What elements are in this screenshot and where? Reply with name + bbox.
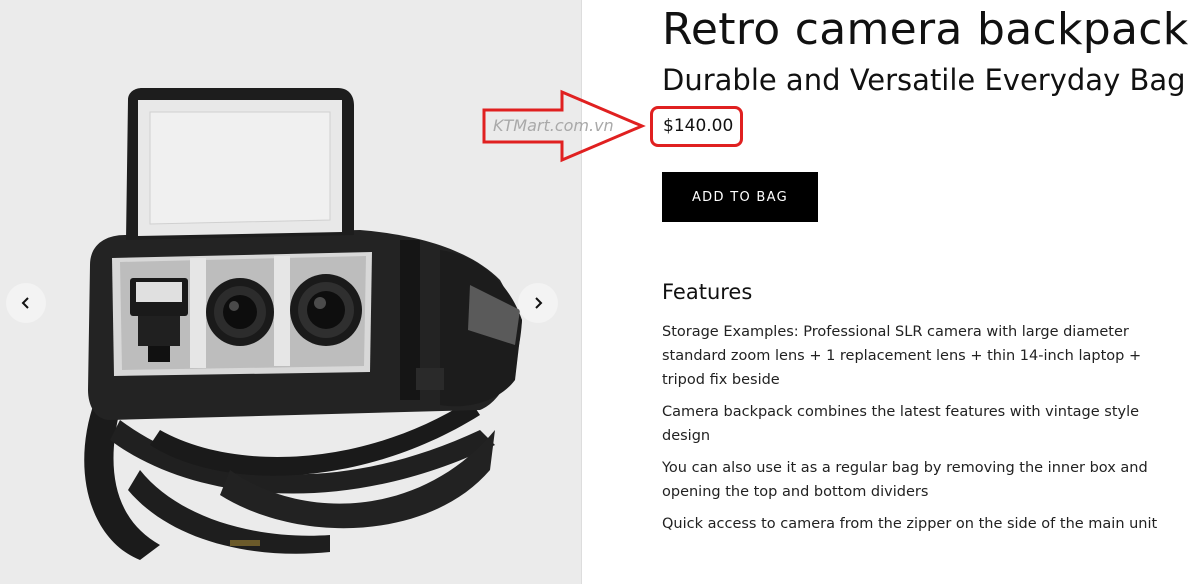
feature-item: Quick access to camera from the zipper o…	[662, 516, 1158, 532]
features-heading: Features	[662, 280, 753, 304]
product-title: Retro camera backpack	[662, 4, 1189, 55]
chevron-left-icon	[21, 297, 29, 309]
add-to-bag-button[interactable]: ADD TO BAG	[662, 172, 818, 222]
gallery-next-button[interactable]	[518, 283, 558, 323]
product-subtitle: Durable and Versatile Everyday Bag	[662, 63, 1186, 97]
product-page: KTMart.com.vn Retro camera backpack Dura…	[0, 0, 1192, 584]
chevron-right-icon	[535, 297, 543, 309]
feature-item: Camera backpack combines the latest feat…	[662, 404, 1140, 444]
gallery-prev-button[interactable]	[6, 283, 46, 323]
price-highlight-box	[650, 106, 743, 147]
feature-item: Storage Examples: Professional SLR camer…	[662, 324, 1142, 388]
watermark: KTMart.com.vn	[493, 116, 614, 135]
feature-item: You can also use it as a regular bag by …	[662, 460, 1148, 500]
features-list: Storage Examples: Professional SLR camer…	[662, 320, 1182, 544]
